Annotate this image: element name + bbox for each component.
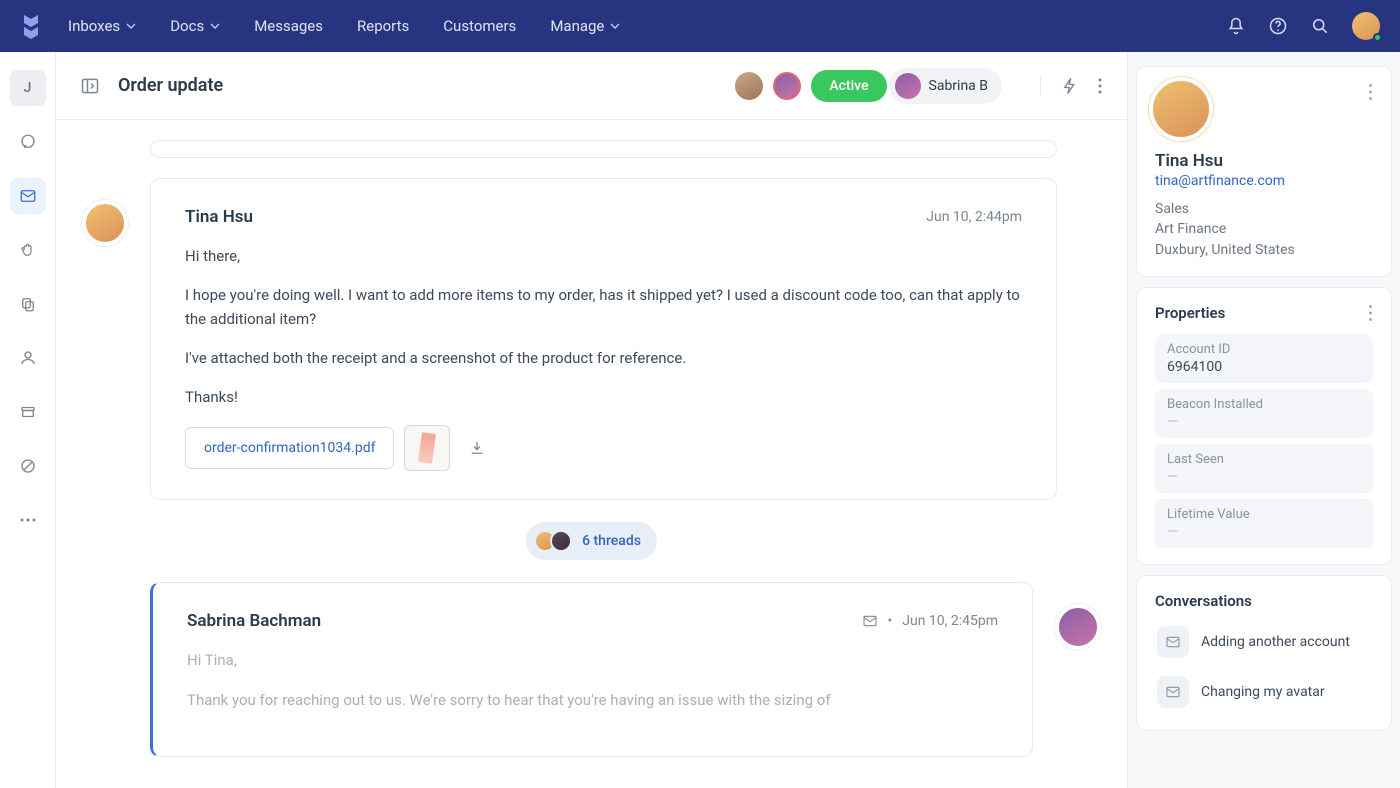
attachment-image[interactable] — [404, 425, 450, 471]
thread-scroll[interactable]: Tina Hsu Jun 10, 2:44pm Hi there, I hope… — [56, 120, 1127, 788]
reply-body: Hi Tina, Thank you for reaching out to u… — [187, 649, 998, 712]
message-sender: Tina Hsu — [185, 207, 253, 227]
rail-block-icon[interactable] — [10, 448, 46, 484]
app-logo[interactable] — [20, 13, 42, 39]
property-item[interactable]: Account ID 6964100 — [1155, 334, 1373, 383]
top-nav: Inboxes Docs Messages Reports Customers … — [0, 0, 1400, 52]
properties-list: Account ID 6964100 Beacon Installed — La… — [1155, 334, 1373, 548]
rail-copy-icon[interactable] — [10, 286, 46, 322]
conversation-header: Order update Active Sabrina B — [56, 52, 1127, 120]
nav-messages[interactable]: Messages — [254, 17, 323, 35]
participant-avatar[interactable] — [773, 72, 801, 100]
profile-more-icon[interactable] — [1368, 83, 1373, 141]
mail-icon — [862, 613, 878, 629]
properties-more-icon[interactable] — [1368, 304, 1373, 322]
customer-side-panel: Tina Hsu tina@artfinance.com Sales Art F… — [1128, 52, 1400, 788]
property-item[interactable]: Lifetime Value — — [1155, 499, 1373, 548]
threads-indicator[interactable]: 6 threads — [526, 522, 657, 560]
attachment-pdf[interactable]: order-confirmation1034.pdf — [185, 427, 394, 469]
status-pill[interactable]: Active — [811, 70, 886, 102]
agent-avatar — [1055, 604, 1101, 650]
profile-meta: Sales Art Finance Duxbury, United States — [1155, 199, 1373, 260]
assignee-name: Sabrina B — [929, 78, 988, 94]
chevron-down-icon — [126, 23, 136, 29]
message-card: Tina Hsu Jun 10, 2:44pm Hi there, I hope… — [150, 178, 1057, 500]
customer-avatar — [82, 200, 128, 246]
attachments: order-confirmation1034.pdf — [185, 425, 1022, 471]
nav-inboxes[interactable]: Inboxes — [68, 17, 136, 35]
reply-card: Sabrina Bachman • Jun 10, 2:45pm Hi Tina… — [150, 582, 1033, 757]
nav-reports[interactable]: Reports — [357, 17, 409, 35]
assignee-avatar — [895, 73, 921, 99]
conversation-main: Order update Active Sabrina B — [56, 52, 1128, 788]
property-item[interactable]: Beacon Installed — — [1155, 389, 1373, 438]
message-timestamp: Jun 10, 2:44pm — [926, 207, 1022, 227]
rail-workspace-button[interactable]: J — [10, 70, 46, 106]
conversation-link[interactable]: Adding another account — [1155, 620, 1373, 664]
profile-card: Tina Hsu tina@artfinance.com Sales Art F… — [1136, 66, 1392, 277]
reply-timestamp: Jun 10, 2:45pm — [902, 613, 998, 629]
bolt-icon[interactable] — [1061, 77, 1079, 95]
nav-customers[interactable]: Customers — [443, 17, 516, 35]
profile-avatar — [1149, 77, 1213, 141]
nav-label: Manage — [550, 17, 604, 35]
conversations-card: Conversations Adding another account Cha… — [1136, 575, 1392, 731]
threads-avatars — [534, 530, 572, 552]
conversation-link[interactable]: Changing my avatar — [1155, 670, 1373, 714]
download-icon[interactable] — [468, 439, 486, 457]
left-rail: J — [0, 52, 56, 788]
status-online-dot — [1373, 33, 1382, 42]
nav-docs[interactable]: Docs — [170, 17, 220, 35]
customer-message: Tina Hsu Jun 10, 2:44pm Hi there, I hope… — [150, 178, 1057, 500]
profile-email[interactable]: tina@artfinance.com — [1155, 173, 1373, 189]
app-layout: J Order update — [0, 52, 1400, 788]
notifications-icon[interactable] — [1226, 16, 1246, 36]
profile-name: Tina Hsu — [1155, 151, 1373, 171]
nav-label: Customers — [443, 17, 516, 35]
top-nav-items: Inboxes Docs Messages Reports Customers … — [68, 17, 1226, 35]
more-icon[interactable] — [1097, 77, 1103, 95]
previous-message-partial — [150, 140, 1057, 158]
top-nav-right — [1226, 12, 1380, 40]
property-item[interactable]: Last Seen — — [1155, 444, 1373, 493]
agent-reply: Sabrina Bachman • Jun 10, 2:45pm Hi Tina… — [150, 582, 1033, 757]
rail-inbox-icon[interactable] — [10, 178, 46, 214]
nav-label: Reports — [357, 17, 409, 35]
mail-icon — [1157, 676, 1189, 708]
search-icon[interactable] — [1310, 16, 1330, 36]
conversations-title: Conversations — [1155, 592, 1373, 610]
participant-avatar[interactable] — [735, 72, 763, 100]
rail-archive-icon[interactable] — [10, 394, 46, 430]
properties-title: Properties — [1155, 304, 1225, 322]
nav-label: Inboxes — [68, 17, 120, 35]
properties-card: Properties Account ID 6964100 Beacon Ins… — [1136, 287, 1392, 565]
reply-sender: Sabrina Bachman — [187, 611, 321, 631]
collapse-sidebar-icon[interactable] — [80, 76, 100, 96]
rail-user-icon[interactable] — [10, 340, 46, 376]
nav-label: Messages — [254, 17, 323, 35]
conversations-list: Adding another account Changing my avata… — [1155, 620, 1373, 714]
conversation-title: Order update — [118, 75, 717, 96]
thread-avatar — [550, 530, 572, 552]
conversation-actions — [1040, 77, 1103, 95]
rail-hand-icon[interactable] — [10, 232, 46, 268]
assignee-chip[interactable]: Sabrina B — [889, 68, 1002, 104]
chevron-down-icon — [610, 23, 620, 29]
message-body: Hi there, I hope you're doing well. I wa… — [185, 245, 1022, 409]
rail-chat-icon[interactable] — [10, 124, 46, 160]
reply-meta: • Jun 10, 2:45pm — [862, 611, 998, 631]
mail-icon — [1157, 626, 1189, 658]
rail-more-icon[interactable] — [10, 502, 46, 538]
nav-manage[interactable]: Manage — [550, 17, 620, 35]
conversation-participants: Active Sabrina B — [735, 68, 1002, 104]
nav-label: Docs — [170, 17, 204, 35]
current-user-avatar[interactable] — [1352, 12, 1380, 40]
threads-label: 6 threads — [582, 533, 641, 549]
chevron-down-icon — [210, 23, 220, 29]
help-icon[interactable] — [1268, 16, 1288, 36]
